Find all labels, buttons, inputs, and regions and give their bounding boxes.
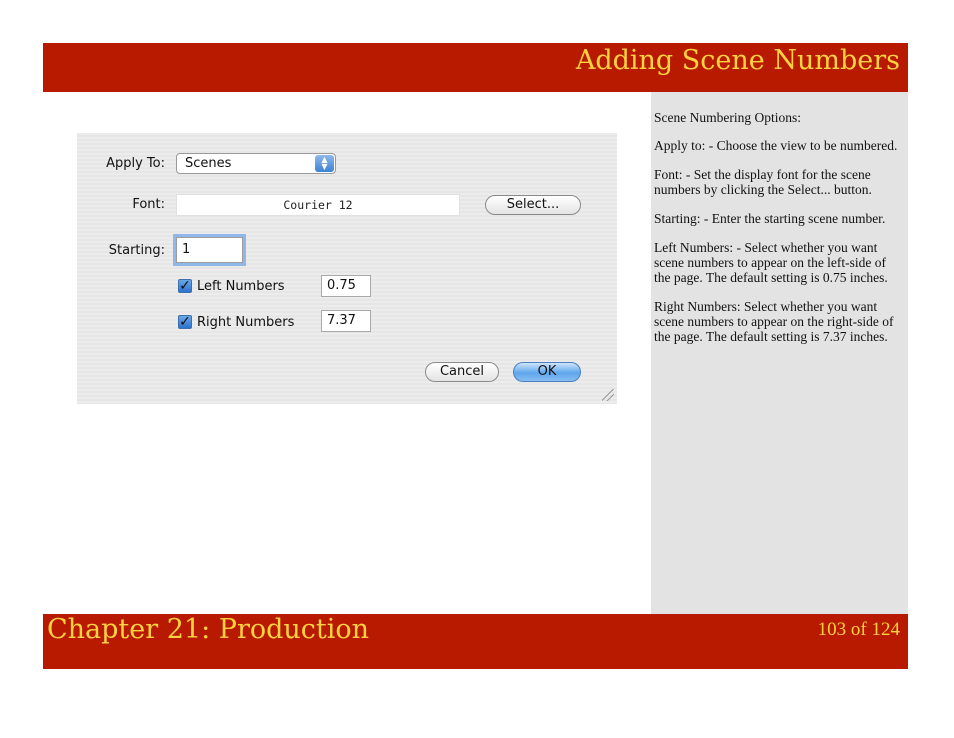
apply-to-value: Scenes [185, 156, 232, 171]
left-numbers-checkbox[interactable]: ✓ [178, 279, 192, 293]
page-number: 103 of 124 [817, 619, 900, 640]
notes-heading: Scene Numbering Options: [654, 110, 801, 125]
left-numbers-value: 0.75 [327, 278, 356, 293]
chapter-title: Chapter 21: Production [47, 614, 370, 645]
header-bar: Adding Scene Numbers [43, 43, 908, 92]
notes-left-numbers: Left Numbers: - Select whether you want … [654, 240, 888, 285]
notes-starting: Starting: - Enter the starting scene num… [654, 211, 886, 226]
scene-numbering-dialog: Apply To: Scenes ▲ ▼ Font: Courier 12 Sel… [77, 133, 617, 404]
right-numbers-input[interactable]: 7.37 [321, 310, 371, 332]
select-font-button[interactable]: Select... [485, 195, 581, 215]
apply-to-label: Apply To: [106, 156, 165, 171]
right-numbers-checkbox[interactable]: ✓ [178, 315, 192, 329]
left-numbers-input[interactable]: 0.75 [321, 275, 371, 297]
starting-number-input[interactable]: 1 [176, 237, 243, 263]
notes-apply-to: Apply to: - Choose the view to be number… [654, 138, 898, 153]
starting-number-value: 1 [182, 242, 191, 257]
right-numbers-value: 7.37 [327, 313, 356, 328]
cancel-button[interactable]: Cancel [425, 362, 499, 382]
footer-bar: Chapter 21: Production 103 of 124 [43, 614, 908, 669]
font-display-field: Courier 12 [176, 194, 460, 216]
popup-arrows-icon: ▲ ▼ [315, 155, 334, 172]
starting-label: Starting: [108, 243, 165, 258]
font-label: Font: [132, 197, 165, 212]
notes-right-numbers: Right Numbers: Select whether you want s… [654, 299, 894, 344]
font-value: Courier 12 [283, 198, 353, 212]
notes-panel: Scene Numbering Options: Apply to: - Cho… [651, 92, 908, 614]
right-numbers-label: Right Numbers [197, 315, 295, 330]
slide-title: Adding Scene Numbers [575, 45, 900, 76]
ok-button[interactable]: OK [513, 362, 581, 382]
apply-to-popup[interactable]: Scenes ▲ ▼ [176, 153, 336, 174]
resize-grip-icon[interactable] [602, 389, 614, 401]
notes-font: Font: - Set the display font for the sce… [654, 167, 872, 197]
left-numbers-label: Left Numbers [197, 279, 285, 294]
